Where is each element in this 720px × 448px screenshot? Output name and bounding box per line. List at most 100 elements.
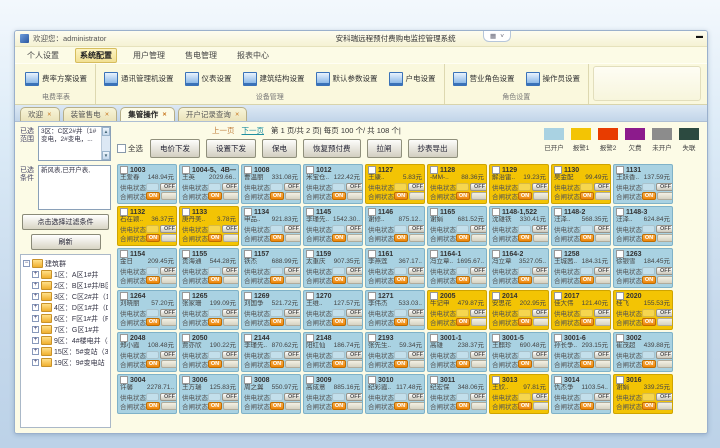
menu-item-4[interactable]: 售电管理 <box>181 49 221 62</box>
card-checkbox[interactable] <box>182 376 190 384</box>
minimize-button[interactable]: ▬ <box>696 32 703 42</box>
menu-item-3[interactable]: 用户管理 <box>129 49 169 62</box>
tree-node-2[interactable]: +2区：B区1#井/B区1#井 <box>23 280 108 291</box>
supply-toggle[interactable]: OFF <box>394 267 425 275</box>
card-checkbox[interactable] <box>120 166 128 174</box>
close-toggle[interactable]: ON <box>518 360 549 368</box>
close-toggle[interactable]: ON <box>208 402 239 410</box>
supply-toggle[interactable]: OFF <box>208 267 239 275</box>
tree-node-6[interactable]: +7区：G区1#井 <box>23 324 108 335</box>
toolbar-button-5[interactable]: 拉闸 <box>367 139 402 158</box>
card-checkbox[interactable] <box>554 292 562 300</box>
close-toggle[interactable]: ON <box>332 234 363 242</box>
supply-toggle[interactable]: OFF <box>642 393 673 401</box>
card-checkbox[interactable] <box>368 334 376 342</box>
selected-range-listbox[interactable]: 3区：C区2#井（1#变电，2#变电，... ▲ ▼ <box>38 126 111 161</box>
expand-icon[interactable]: + <box>32 315 39 322</box>
supply-toggle[interactable]: OFF <box>580 225 611 233</box>
tree-node-8[interactable]: +15区：5#变站（3#变... <box>23 346 108 357</box>
card-checkbox[interactable] <box>492 334 500 342</box>
close-toggle[interactable]: ON <box>208 276 239 284</box>
meter-card[interactable]: 3011纪宏保348.06元供电状态OFF合闸状态ON <box>427 374 487 414</box>
close-toggle[interactable]: ON <box>518 234 549 242</box>
meter-card[interactable]: 1155贵海通544.28元供电状态OFF合闸状态ON <box>179 248 239 288</box>
close-toggle[interactable]: ON <box>270 192 301 200</box>
supply-toggle[interactable]: OFF <box>332 309 363 317</box>
meter-card[interactable]: 1127王康..5.83元供电状态OFF合闸状态ON <box>365 164 425 204</box>
card-checkbox[interactable] <box>182 250 190 258</box>
meter-card[interactable]: 1146谢修..875.12..供电状态OFF合闸状态ON <box>365 206 425 246</box>
tree-root[interactable]: −建筑群 <box>23 258 108 269</box>
supply-toggle[interactable]: OFF <box>580 351 611 359</box>
close-toggle[interactable]: ON <box>580 402 611 410</box>
close-toggle[interactable]: ON <box>456 276 487 284</box>
supply-toggle[interactable]: OFF <box>580 183 611 191</box>
close-toggle[interactable]: ON <box>394 402 425 410</box>
supply-toggle[interactable]: OFF <box>270 351 301 359</box>
toolbar-button-3[interactable]: 保电 <box>262 139 297 158</box>
close-toggle[interactable]: ON <box>394 234 425 242</box>
close-toggle[interactable]: ON <box>580 318 611 326</box>
expand-icon[interactable]: + <box>32 337 39 344</box>
close-toggle[interactable]: ON <box>518 318 549 326</box>
ribbon-button[interactable]: 默认参数设置 <box>313 70 381 88</box>
card-checkbox[interactable] <box>368 208 376 216</box>
meter-card[interactable]: 3013王欣..97.81元供电状态OFF合闸状态ON <box>489 374 549 414</box>
tree-node-9[interactable]: +19区：9#变电站（2#... <box>23 357 108 368</box>
card-checkbox[interactable] <box>120 376 128 384</box>
supply-toggle[interactable]: OFF <box>146 183 177 191</box>
meter-card[interactable]: 1161李燕莲367.17..供电状态OFF合闸状态ON <box>365 248 425 288</box>
close-toggle[interactable]: ON <box>518 276 549 284</box>
tab-4[interactable]: 开户记录查询✕ <box>178 107 248 121</box>
meter-card[interactable]: 3008周之翼550.97元供电状态OFF合闸状态ON <box>241 374 301 414</box>
supply-toggle[interactable]: OFF <box>332 225 363 233</box>
card-checkbox[interactable] <box>492 292 500 300</box>
meter-card[interactable]: 3001-5王麒珍690.48元供电状态OFF合闸状态ON <box>489 332 549 372</box>
close-toggle[interactable]: ON <box>580 276 611 284</box>
card-checkbox[interactable] <box>306 292 314 300</box>
supply-toggle[interactable]: OFF <box>332 267 363 275</box>
ribbon-button[interactable]: 费率方案设置 <box>22 70 90 88</box>
close-toggle[interactable]: ON <box>270 360 301 368</box>
close-toggle[interactable]: ON <box>642 192 673 200</box>
supply-toggle[interactable]: OFF <box>208 393 239 401</box>
meter-card[interactable]: 2020桂飞155.53元供电状态OFF合闸状态ON <box>613 290 673 330</box>
refresh-button[interactable]: 刷新 <box>31 234 101 250</box>
card-checkbox[interactable] <box>430 208 438 216</box>
supply-toggle[interactable]: OFF <box>208 183 239 191</box>
close-toggle[interactable]: ON <box>456 234 487 242</box>
close-toggle[interactable]: ON <box>208 234 239 242</box>
close-toggle[interactable]: ON <box>394 276 425 284</box>
supply-toggle[interactable]: OFF <box>642 183 673 191</box>
expand-icon[interactable]: + <box>32 359 39 366</box>
meter-card[interactable]: 1145李瑾先..1542.30..供电状态OFF合闸状态ON <box>303 206 363 246</box>
close-toggle[interactable]: ON <box>394 318 425 326</box>
supply-toggle[interactable]: OFF <box>332 351 363 359</box>
tab-2[interactable]: 装管售电✕ <box>63 107 118 121</box>
meter-card[interactable]: 1157铁杰688.99元供电状态OFF合闸状态ON <box>241 248 301 288</box>
meter-card[interactable]: 1270王维..127.57元供电状态OFF合闸状态ON <box>303 290 363 330</box>
filter-button[interactable]: 点击选择过滤条件 <box>22 214 109 230</box>
card-checkbox[interactable] <box>182 208 190 216</box>
meter-card[interactable]: 1012米宝仓..122.42元供电状态OFF合闸状态ON <box>303 164 363 204</box>
meter-card[interactable]: 1263徐银雪184.45元供电状态OFF合闸状态ON <box>613 248 673 288</box>
supply-toggle[interactable]: OFF <box>270 309 301 317</box>
ribbon-toggle[interactable]: ▦˅ <box>483 31 511 42</box>
close-toggle[interactable]: ON <box>146 360 177 368</box>
card-checkbox[interactable] <box>368 376 376 384</box>
supply-toggle[interactable]: OFF <box>146 351 177 359</box>
meter-card[interactable]: 1148-3汪泽..624.84元供电状态OFF合闸状态ON <box>613 206 673 246</box>
meter-card[interactable]: 1271李伟杰533.03..供电状态OFF合闸状态ON <box>365 290 425 330</box>
meter-card[interactable]: 3001-6孙长争..293.15元供电状态OFF合闸状态ON <box>551 332 611 372</box>
card-checkbox[interactable] <box>120 334 128 342</box>
card-checkbox[interactable] <box>616 166 624 174</box>
expand-icon[interactable]: + <box>32 348 39 355</box>
menu-item-1[interactable]: 个人设置 <box>23 49 63 62</box>
meter-card[interactable]: 2193张先生..59.34元供电状态OFF合闸状态ON <box>365 332 425 372</box>
supply-toggle[interactable]: OFF <box>456 393 487 401</box>
supply-toggle[interactable]: OFF <box>518 267 549 275</box>
close-icon[interactable]: ✕ <box>105 112 110 118</box>
meter-card[interactable]: 1008曹温丽331.08元供电状态OFF合闸状态ON <box>241 164 301 204</box>
scrollbar[interactable]: ▲ ▼ <box>101 127 110 160</box>
supply-toggle[interactable]: OFF <box>580 309 611 317</box>
